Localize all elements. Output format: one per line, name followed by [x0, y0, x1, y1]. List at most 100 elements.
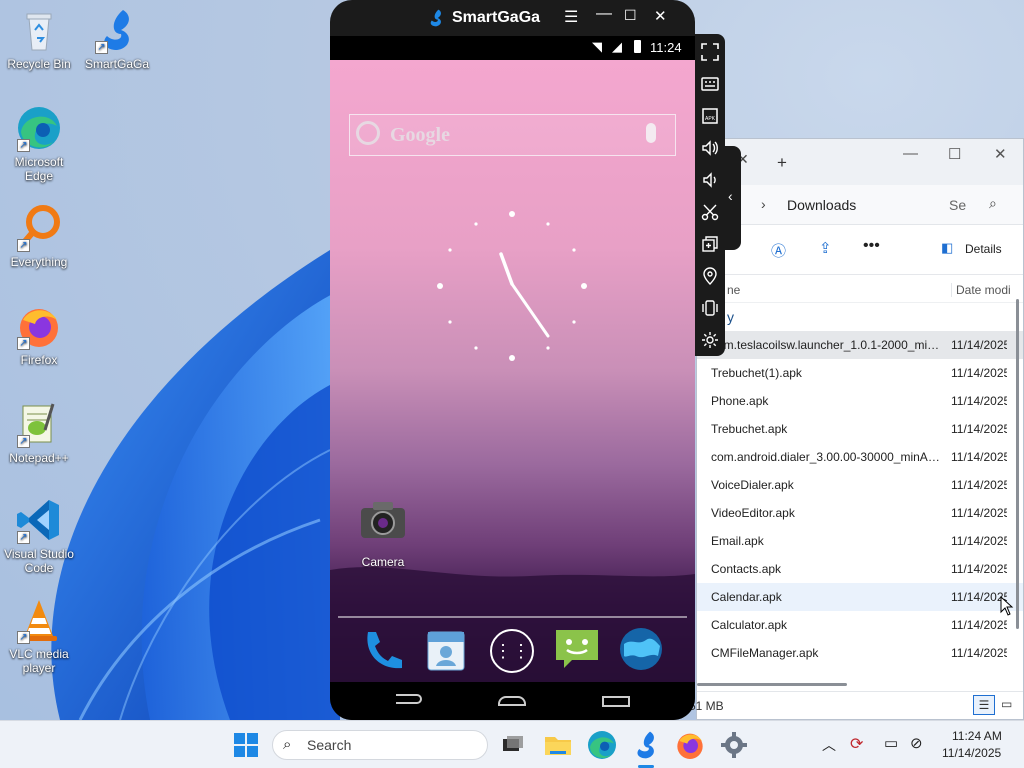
file-row[interactable]: VoiceDialer.apk 11/14/2025: [697, 471, 1023, 499]
breadcrumb-downloads[interactable]: Downloads: [787, 197, 856, 213]
clock-date[interactable]: 11/14/2025: [942, 746, 1001, 760]
details-pane-icon: ◧: [941, 240, 954, 255]
desktop-icon-everything[interactable]: ↗ Everything: [0, 204, 78, 269]
start-button[interactable]: [230, 729, 262, 761]
smartgaga-icon: ↗: [93, 6, 141, 54]
android-nav-bar: [330, 682, 695, 720]
maximize-button[interactable]: ☐: [948, 145, 961, 163]
file-row[interactable]: Calculator.apk 11/14/2025: [697, 611, 1023, 639]
desktop-icon-edge[interactable]: ↗ Microsoft Edge: [0, 104, 78, 183]
messaging-icon[interactable]: [554, 626, 600, 672]
file-row[interactable]: Contacts.apk 11/14/2025: [697, 555, 1023, 583]
explorer-tab-bar: ✕ + — ☐ ✕: [697, 139, 1023, 185]
display-icon[interactable]: ▭: [884, 734, 898, 752]
home-button[interactable]: [498, 696, 526, 706]
file-date: 11/14/2025: [951, 562, 1007, 576]
search-label: Search: [307, 737, 352, 753]
desktop-icon-smartgaga[interactable]: ↗ SmartGaGa: [78, 6, 156, 71]
desktop-icon-notepadpp[interactable]: ↗ Notepad++: [0, 400, 78, 465]
app-drawer-icon[interactable]: ⋮⋮: [490, 629, 534, 673]
browser-icon[interactable]: [618, 626, 664, 672]
shortcut-arrow-icon: ↗: [17, 435, 30, 448]
recent-apps-button[interactable]: [602, 696, 630, 707]
task-view-button[interactable]: [497, 729, 529, 761]
desktop-icon-vscode[interactable]: ↗ Visual Studio Code: [0, 496, 78, 575]
desktop-icon-vlc[interactable]: ↗ VLC media player: [0, 596, 78, 675]
google-search-placeholder: Google: [390, 124, 450, 146]
analog-clock-widget[interactable]: [432, 208, 592, 368]
file-row[interactable]: Email.apk 11/14/2025: [697, 527, 1023, 555]
column-header-name[interactable]: ne: [727, 283, 740, 297]
emulator-title: SmartGaGa: [452, 9, 541, 26]
horizontal-scrollbar[interactable]: [697, 683, 847, 686]
file-row[interactable]: com.teslacoilsw.launcher_1.0.1-2000_min.…: [697, 331, 1023, 359]
taskbar-smartgaga[interactable]: [630, 729, 662, 768]
back-button[interactable]: [396, 694, 422, 704]
taskbar-file-explorer[interactable]: [542, 729, 574, 761]
network-off-icon[interactable]: ⊘: [910, 734, 923, 752]
show-hidden-icons-chevron-icon[interactable]: ︿: [822, 735, 836, 755]
search-box[interactable]: Se ⌕: [939, 189, 1019, 221]
group-header[interactable]: y: [697, 303, 1023, 331]
camera-app[interactable]: Camera: [352, 498, 414, 569]
file-row[interactable]: Phone.apk 11/14/2025: [697, 387, 1023, 415]
file-row[interactable]: Trebuchet(1).apk 11/14/2025: [697, 359, 1023, 387]
sync-icon[interactable]: ⟳: [850, 734, 863, 754]
new-tab-button[interactable]: +: [777, 153, 787, 173]
file-name: Calculator.apk: [711, 618, 788, 632]
file-row[interactable]: Trebuchet.apk 11/14/2025: [697, 415, 1023, 443]
desktop-icon-label: Firefox: [20, 353, 58, 367]
volume-up-icon[interactable]: [700, 138, 720, 158]
tiles-view-icon[interactable]: ▭: [1001, 697, 1012, 711]
shake-icon[interactable]: [700, 298, 720, 318]
android-home-screen: Google Camera ⋮⋮: [330, 60, 695, 682]
vlc-icon: ↗: [15, 596, 63, 644]
voice-search-icon[interactable]: [646, 123, 656, 143]
contacts-icon[interactable]: [424, 628, 468, 672]
taskbar-search[interactable]: ⌕ Search: [272, 730, 488, 760]
edge-icon: [588, 731, 616, 759]
column-header-date[interactable]: Date modi: [951, 283, 1011, 297]
taskbar-edge[interactable]: [586, 729, 618, 761]
google-search-bar[interactable]: Google: [349, 114, 676, 156]
close-button[interactable]: ✕: [994, 145, 1007, 163]
close-button[interactable]: ✕: [654, 7, 667, 25]
file-row[interactable]: CMFileManager.apk 11/14/2025: [697, 639, 1023, 667]
svg-text:APK: APK: [705, 116, 716, 122]
minimize-button[interactable]: —: [596, 5, 612, 23]
phone-icon[interactable]: [360, 628, 404, 672]
details-view-icon[interactable]: ☰: [973, 695, 995, 715]
clock-time[interactable]: 11:24 AM: [952, 729, 1002, 743]
notepadpp-icon: ↗: [15, 400, 63, 448]
desktop-icon-firefox[interactable]: ↗ Firefox: [0, 302, 78, 367]
maximize-button[interactable]: ☐: [624, 7, 637, 24]
screenshot-scissors-icon[interactable]: [700, 202, 720, 222]
file-row[interactable]: VideoEditor.apk 11/14/2025: [697, 499, 1023, 527]
file-name: Phone.apk: [711, 394, 769, 408]
keyboard-icon[interactable]: [700, 74, 720, 94]
sidebar-collapse-tab[interactable]: ‹: [725, 146, 741, 250]
everything-search-icon: ↗: [15, 204, 63, 252]
details-button[interactable]: Details: [965, 242, 1002, 256]
minimize-button[interactable]: —: [903, 145, 918, 162]
rename-icon[interactable]: Ⓐ: [771, 240, 786, 261]
camera-label: Camera: [361, 555, 405, 569]
fullscreen-icon[interactable]: [700, 42, 720, 62]
settings-icon[interactable]: [700, 330, 720, 350]
file-row[interactable]: Calendar.apk 11/14/2025: [697, 583, 1023, 611]
file-row[interactable]: com.android.dialer_3.00.00-30000_minAP..…: [697, 443, 1023, 471]
location-icon[interactable]: [700, 266, 720, 286]
vertical-scrollbar[interactable]: [1016, 299, 1019, 629]
taskbar-firefox[interactable]: [674, 729, 706, 761]
share-icon[interactable]: ⇪: [819, 239, 832, 257]
install-apk-icon[interactable]: APK: [700, 106, 720, 126]
more-options-icon[interactable]: •••: [863, 237, 880, 255]
taskbar-settings[interactable]: [718, 729, 750, 761]
volume-down-icon[interactable]: [700, 170, 720, 190]
multi-instance-icon[interactable]: [700, 234, 720, 254]
folder-icon: [545, 737, 571, 755]
windows-logo-icon: [234, 733, 258, 757]
dock-divider: [338, 616, 687, 618]
desktop-icon-recycle-bin[interactable]: Recycle Bin: [0, 6, 78, 71]
menu-icon[interactable]: ☰: [564, 7, 578, 27]
